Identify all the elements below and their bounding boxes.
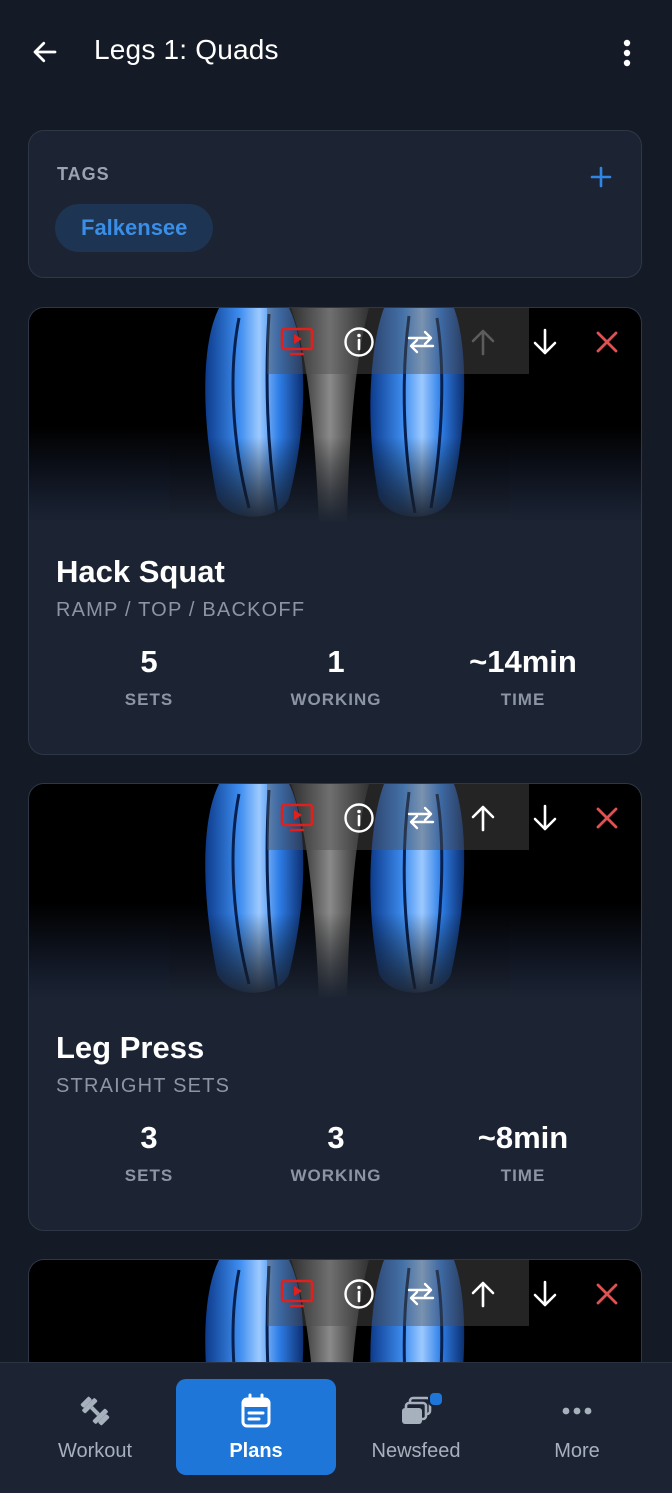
nav-more[interactable]: More	[497, 1379, 657, 1475]
delete-button[interactable]	[587, 798, 627, 838]
top-app-bar: Legs 1: Quads	[0, 0, 672, 106]
info-icon	[344, 803, 374, 833]
stat-label: TIME	[500, 690, 546, 709]
arrow-down-icon	[533, 328, 557, 355]
stat-value: 1	[327, 644, 345, 679]
nav-label: Plans	[229, 1440, 283, 1462]
move-down-button[interactable]	[525, 322, 565, 362]
video-icon	[280, 327, 314, 356]
arrow-left-icon	[33, 41, 57, 63]
video-button[interactable]	[277, 798, 317, 838]
arrow-down-icon	[533, 804, 557, 831]
arrow-up-icon	[471, 805, 495, 832]
bottom-navigation: Workout Plans Newsfeed More	[0, 1362, 672, 1493]
plus-icon	[590, 166, 612, 188]
stat-value: 5	[140, 644, 158, 679]
video-button[interactable]	[277, 1274, 317, 1314]
exercise-name: Leg Press	[56, 1030, 205, 1065]
nav-label: Newsfeed	[371, 1440, 461, 1462]
kebab-menu-icon	[623, 39, 631, 67]
exercise-name: Hack Squat	[56, 554, 225, 589]
notification-badge	[428, 1391, 444, 1407]
exercise-card[interactable]: Leg Press STRAIGHT SETS 3 SETS 3 WORKING…	[28, 783, 642, 1231]
nav-plans[interactable]: Plans	[176, 1379, 336, 1475]
back-button[interactable]	[24, 30, 66, 74]
swap-button[interactable]	[401, 798, 441, 838]
nav-label: More	[554, 1440, 600, 1462]
stat-working: 1 WORKING	[246, 644, 426, 710]
exercise-actions	[29, 308, 641, 380]
info-icon	[344, 327, 374, 357]
page-title: Legs 1: Quads	[94, 34, 279, 65]
stat-value: 3	[140, 1120, 158, 1155]
exercise-scheme: RAMP / TOP / BACKOFF	[56, 599, 306, 621]
stat-label: SETS	[124, 1166, 174, 1185]
move-down-button[interactable]	[525, 798, 565, 838]
exercise-scheme: STRAIGHT SETS	[56, 1075, 231, 1097]
stat-sets: 3 SETS	[59, 1120, 239, 1186]
calendar-icon	[241, 1393, 271, 1428]
nav-workout[interactable]: Workout	[15, 1379, 175, 1475]
exercise-card[interactable]: Hack Squat RAMP / TOP / BACKOFF 5 SETS 1…	[28, 307, 642, 755]
nav-newsfeed[interactable]: Newsfeed	[336, 1379, 496, 1475]
delete-button[interactable]	[587, 322, 627, 362]
stat-time: ~8min TIME	[433, 1120, 613, 1186]
video-icon	[280, 1279, 314, 1308]
delete-x-icon	[596, 331, 618, 353]
move-down-button[interactable]	[525, 1274, 565, 1314]
move-up-button[interactable]	[463, 322, 503, 362]
stat-label: WORKING	[290, 690, 382, 709]
swap-button[interactable]	[401, 322, 441, 362]
swap-icon	[407, 1282, 435, 1306]
info-button[interactable]	[339, 322, 379, 362]
tag-chip[interactable]: Falkensee	[55, 204, 214, 252]
move-up-button[interactable]	[463, 1274, 503, 1314]
info-icon	[344, 1279, 374, 1309]
stat-label: TIME	[500, 1166, 546, 1185]
info-button[interactable]	[339, 1274, 379, 1314]
arrow-up-icon	[471, 329, 495, 356]
overflow-menu-button[interactable]	[606, 32, 648, 74]
video-button[interactable]	[277, 322, 317, 362]
exercise-actions	[29, 1260, 641, 1332]
stat-value: 3	[327, 1120, 345, 1155]
stat-label: SETS	[124, 690, 174, 709]
delete-button[interactable]	[587, 1274, 627, 1314]
nav-label: Workout	[57, 1440, 133, 1462]
add-tag-button[interactable]	[581, 157, 621, 197]
swap-icon	[407, 806, 435, 830]
stat-sets: 5 SETS	[59, 644, 239, 710]
video-icon	[280, 803, 314, 832]
tags-label: TAGS	[57, 164, 110, 184]
arrow-down-icon	[533, 1280, 557, 1307]
stat-label: WORKING	[290, 1166, 382, 1185]
swap-icon	[407, 330, 435, 354]
tags-card: TAGS Falkensee	[28, 130, 642, 278]
exercise-actions	[29, 784, 641, 856]
dumbbell-icon	[80, 1396, 110, 1426]
stat-value: ~14min	[469, 644, 577, 679]
arrow-up-icon	[471, 1281, 495, 1308]
info-button[interactable]	[339, 798, 379, 838]
stat-working: 3 WORKING	[246, 1120, 426, 1186]
move-up-button[interactable]	[463, 798, 503, 838]
delete-x-icon	[596, 1283, 618, 1305]
exercise-card[interactable]	[28, 1259, 642, 1379]
more-dots-icon	[562, 1407, 592, 1415]
delete-x-icon	[596, 807, 618, 829]
stat-value: ~8min	[477, 1120, 569, 1155]
swap-button[interactable]	[401, 1274, 441, 1314]
stat-time: ~14min TIME	[433, 644, 613, 710]
